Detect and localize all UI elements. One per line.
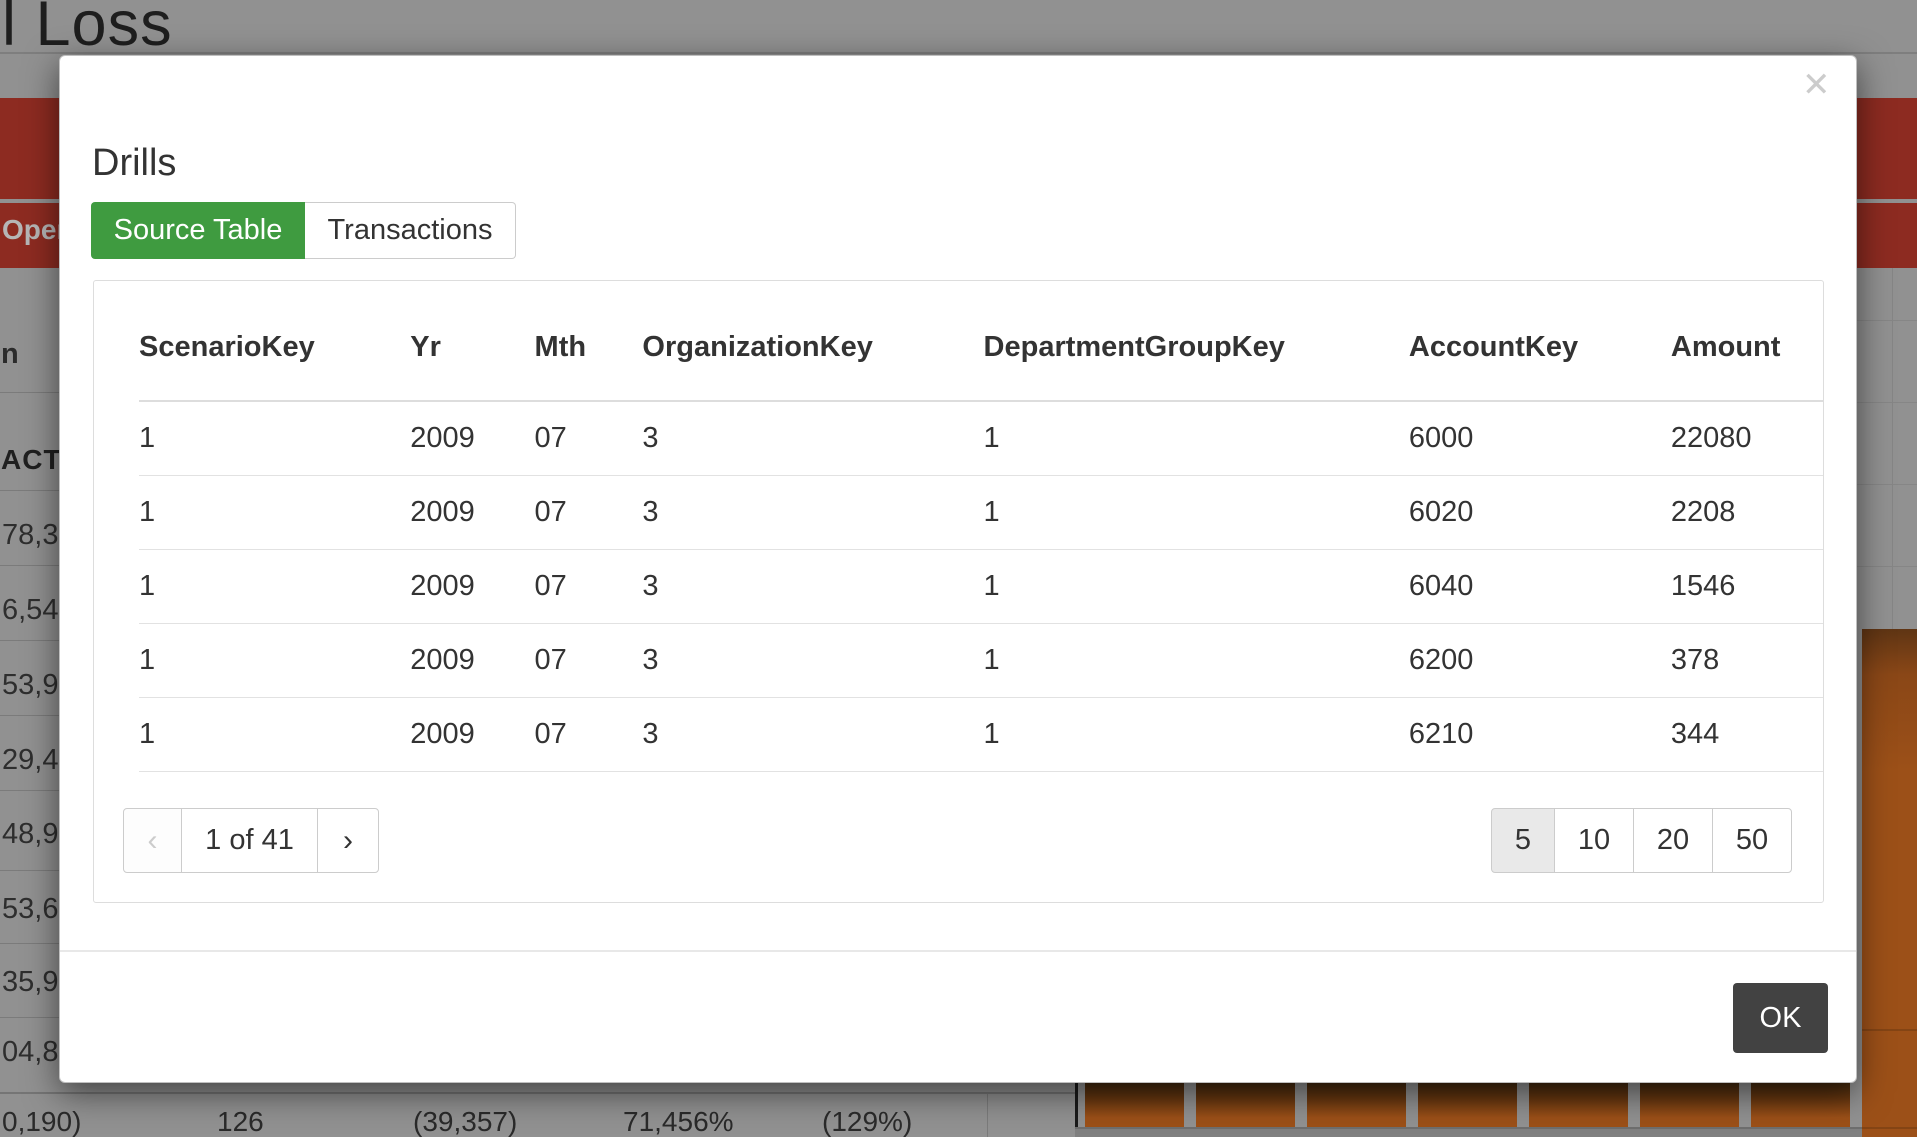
table-border bbox=[0, 1092, 1077, 1094]
table-cell: 07 bbox=[535, 550, 643, 624]
page-size-50[interactable]: 50 bbox=[1712, 808, 1792, 873]
table-cell: 3 bbox=[642, 476, 983, 550]
table-cell: 07 bbox=[535, 624, 643, 698]
column-header: AccountKey bbox=[1409, 281, 1671, 401]
table-cell: 1 bbox=[984, 476, 1409, 550]
chart-baseline bbox=[1075, 1127, 1917, 1137]
table-cell: 378 bbox=[1671, 624, 1823, 698]
table-cell: 1 bbox=[139, 550, 410, 624]
table-row: 1200907316210344 bbox=[139, 698, 1823, 772]
table-cell: 1 bbox=[139, 698, 410, 772]
table-cell: 07 bbox=[535, 476, 643, 550]
table-cell: 2009 bbox=[410, 401, 534, 476]
page-indicator: 1 of 41 bbox=[181, 808, 318, 873]
background-cell-value: 78,3 bbox=[2, 519, 58, 552]
background-cell-value: 0,190) bbox=[2, 1106, 81, 1137]
table-cell: 1546 bbox=[1671, 550, 1823, 624]
table-cell: 22080 bbox=[1671, 401, 1823, 476]
tab-transactions[interactable]: Transactions bbox=[305, 202, 516, 259]
ok-button[interactable]: OK bbox=[1733, 983, 1828, 1053]
table-container: ScenarioKeyYrMthOrganizationKeyDepartmen… bbox=[93, 280, 1824, 903]
source-table: ScenarioKeyYrMthOrganizationKeyDepartmen… bbox=[139, 281, 1823, 772]
table-cell: 3 bbox=[642, 698, 983, 772]
page-heading: l Loss bbox=[2, 0, 173, 60]
chart-bar bbox=[1529, 1081, 1628, 1127]
table-cell: 6020 bbox=[1409, 476, 1671, 550]
table-row: 12009073160401546 bbox=[139, 550, 1823, 624]
table-cell: 2208 bbox=[1671, 476, 1823, 550]
table-cell: 1 bbox=[139, 624, 410, 698]
table-cell: 07 bbox=[535, 401, 643, 476]
table-cell: 6000 bbox=[1409, 401, 1671, 476]
close-icon[interactable]: ✕ bbox=[1802, 68, 1831, 102]
prev-page-button[interactable]: ‹ bbox=[123, 808, 182, 873]
table-cell: 2009 bbox=[410, 550, 534, 624]
chart-bar bbox=[1640, 1081, 1739, 1127]
table-cell: 1 bbox=[984, 550, 1409, 624]
table-border bbox=[987, 1094, 988, 1137]
page-size-selector: 5102050 bbox=[1491, 808, 1792, 873]
chart-bar-tall bbox=[1862, 629, 1917, 1137]
drills-modal: ✕ Drills Source TableTransactions Scenar… bbox=[59, 55, 1857, 1083]
column-header-fragment: n bbox=[1, 338, 19, 371]
table-cell: 2009 bbox=[410, 476, 534, 550]
pagination: ‹1 of 41› bbox=[123, 808, 379, 873]
chart-gridline bbox=[1892, 268, 1893, 629]
chart-bar bbox=[1418, 1081, 1517, 1127]
chart-bar bbox=[1307, 1081, 1406, 1127]
table-cell: 1 bbox=[984, 698, 1409, 772]
table-cell: 3 bbox=[642, 401, 983, 476]
table-row: 120090731600022080 bbox=[139, 401, 1823, 476]
table-cell: 07 bbox=[535, 698, 643, 772]
background-cell-value: 71,456% bbox=[623, 1106, 734, 1137]
column-header: ScenarioKey bbox=[139, 281, 410, 401]
next-page-button[interactable]: › bbox=[317, 808, 379, 873]
page-size-10[interactable]: 10 bbox=[1554, 808, 1634, 873]
heading-divider bbox=[0, 52, 1917, 54]
column-header: Amount bbox=[1671, 281, 1823, 401]
drill-tabs: Source TableTransactions bbox=[91, 202, 516, 259]
tab-source-table[interactable]: Source Table bbox=[91, 202, 305, 259]
table-cell: 6200 bbox=[1409, 624, 1671, 698]
table-cell: 2009 bbox=[410, 624, 534, 698]
footer-divider bbox=[60, 950, 1856, 952]
table-cell: 3 bbox=[642, 624, 983, 698]
table-cell: 1 bbox=[139, 476, 410, 550]
page: l Loss Oper n ACT 78,36,54753,9129,4248,… bbox=[0, 0, 1917, 1137]
background-cell-value: 126 bbox=[217, 1106, 264, 1137]
table-cell: 6210 bbox=[1409, 698, 1671, 772]
page-size-20[interactable]: 20 bbox=[1633, 808, 1713, 873]
column-header: Mth bbox=[535, 281, 643, 401]
row-header-fragment: ACT bbox=[1, 444, 62, 476]
column-header: DepartmentGroupKey bbox=[984, 281, 1409, 401]
table-row: 1200907316200378 bbox=[139, 624, 1823, 698]
chart-bar bbox=[1085, 1081, 1184, 1127]
chart-bar bbox=[1751, 1081, 1850, 1127]
chart-bar bbox=[1196, 1081, 1295, 1127]
column-header: OrganizationKey bbox=[642, 281, 983, 401]
table-cell: 1 bbox=[984, 401, 1409, 476]
page-size-5[interactable]: 5 bbox=[1491, 808, 1555, 873]
background-cell-value: (129%) bbox=[822, 1106, 912, 1137]
table-cell: 344 bbox=[1671, 698, 1823, 772]
table-cell: 6040 bbox=[1409, 550, 1671, 624]
column-header: Yr bbox=[410, 281, 534, 401]
background-cell-value: (39,357) bbox=[413, 1106, 517, 1137]
table-cell: 3 bbox=[642, 550, 983, 624]
table-cell: 2009 bbox=[410, 698, 534, 772]
table-cell: 1 bbox=[984, 624, 1409, 698]
table-row: 12009073160202208 bbox=[139, 476, 1823, 550]
banner-tab-label: Oper bbox=[2, 214, 67, 246]
modal-title: Drills bbox=[92, 140, 176, 186]
chart-axis bbox=[1075, 1079, 1078, 1127]
table-cell: 1 bbox=[139, 401, 410, 476]
